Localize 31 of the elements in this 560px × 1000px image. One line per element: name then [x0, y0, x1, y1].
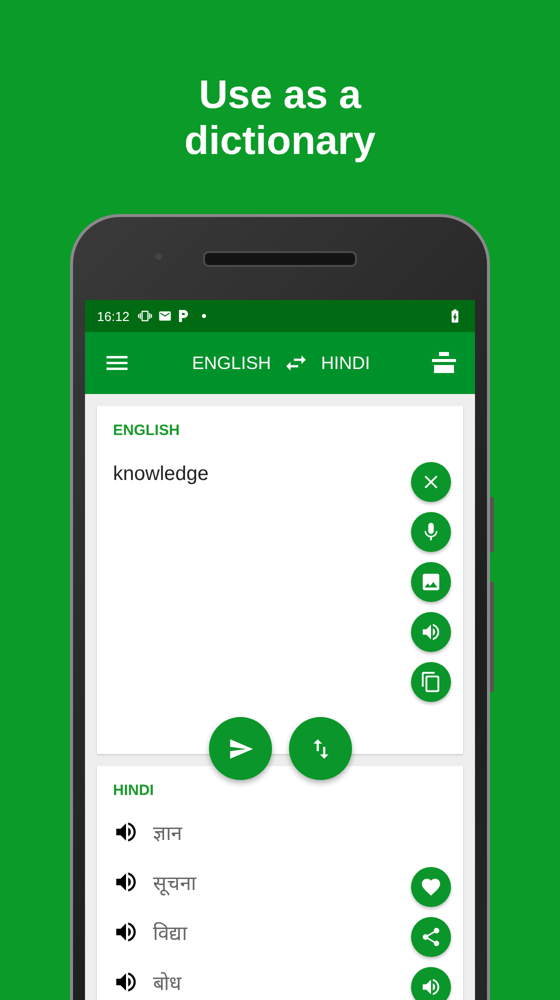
dot-icon	[200, 313, 207, 319]
heart-icon	[420, 876, 442, 898]
translation-word[interactable]: विद्या	[153, 918, 187, 946]
headline: Use as a dictionary	[184, 72, 376, 164]
vibrate-icon	[138, 309, 152, 323]
notification-icon	[178, 309, 189, 323]
speaker-icon	[420, 621, 442, 643]
copy-button[interactable]	[411, 662, 451, 702]
translation-word[interactable]: ज्ञान	[153, 818, 182, 846]
speaker-icon	[420, 976, 442, 998]
translation-word[interactable]: बोध	[153, 968, 181, 996]
speaker-button[interactable]	[411, 612, 451, 652]
share-icon	[420, 926, 442, 948]
target-label: HINDI	[113, 782, 155, 799]
source-language[interactable]: ENGLISH	[192, 352, 272, 374]
stamp-icon[interactable]	[431, 351, 457, 375]
copy-icon	[420, 671, 442, 693]
target-language[interactable]: HINDI	[321, 352, 370, 374]
speaker-button[interactable]	[411, 967, 451, 1000]
side-key	[490, 497, 494, 552]
translation-word[interactable]: सूचना	[153, 868, 196, 896]
favorite-button[interactable]	[411, 867, 451, 907]
image-button[interactable]	[411, 562, 451, 602]
share-button[interactable]	[411, 917, 451, 957]
input-text[interactable]: knowledge	[113, 463, 411, 486]
mail-icon	[158, 309, 172, 323]
image-icon	[420, 571, 442, 593]
source-label: ENGLISH	[113, 422, 181, 439]
clear-button[interactable]	[411, 462, 451, 502]
microphone-button[interactable]	[411, 512, 451, 552]
status-time: 16:12	[97, 308, 130, 324]
